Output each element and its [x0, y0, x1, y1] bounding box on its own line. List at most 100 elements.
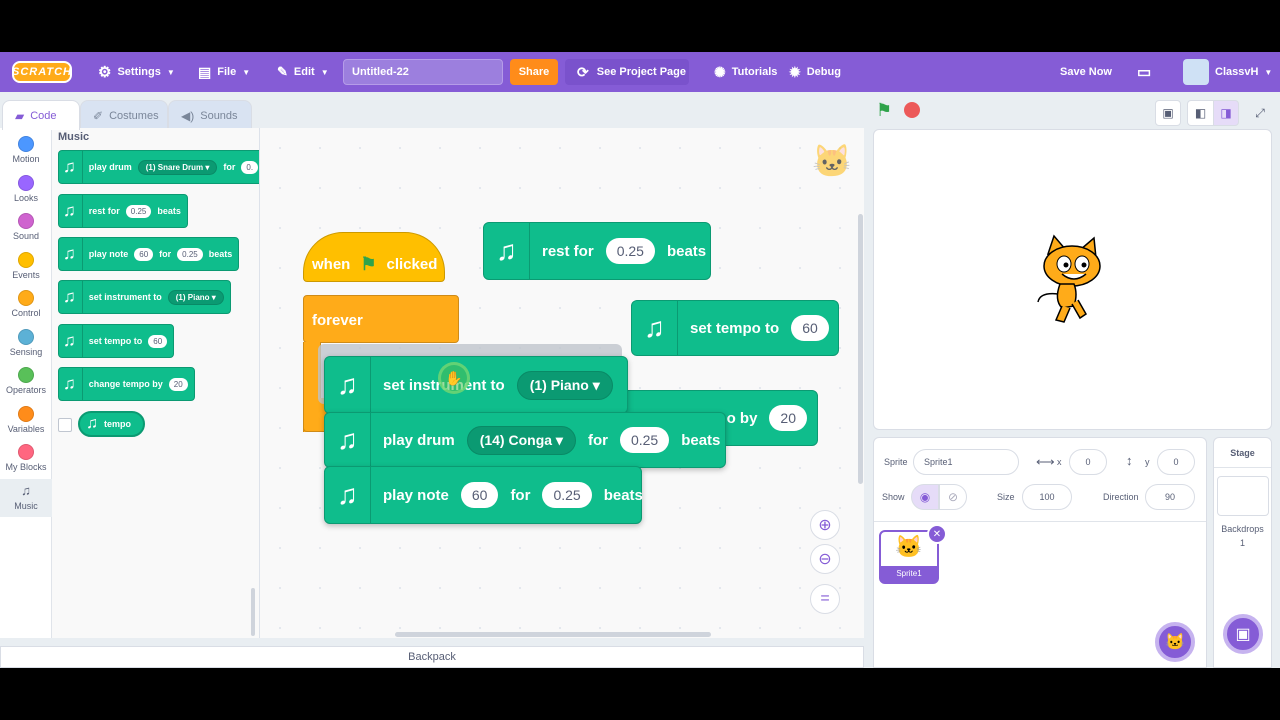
beats-input[interactable]: 0.	[241, 160, 259, 174]
my-stuff-button[interactable]: ▭	[1137, 52, 1151, 92]
set-tempo-block[interactable]: ♫ set tempo to 60	[631, 300, 839, 356]
category-operators[interactable]: Operators	[0, 363, 52, 401]
palette-change-tempo-block[interactable]: ♫ change tempo by 20	[58, 367, 195, 401]
forever-block[interactable]: forever	[303, 295, 459, 343]
y-position-input[interactable]: 0	[1157, 449, 1195, 475]
category-events[interactable]: Events	[0, 248, 52, 286]
category-music[interactable]: ♫ Music	[0, 478, 52, 517]
choose-sprite-button[interactable]: 🐱	[1155, 622, 1195, 662]
block-label: beats	[208, 249, 233, 259]
category-motion[interactable]: Motion	[0, 132, 52, 170]
palette-scrollbar[interactable]	[251, 588, 255, 636]
drum-dropdown[interactable]: (14) Conga ▾	[466, 425, 576, 455]
tempo-change-input[interactable]: 20	[769, 405, 807, 431]
stage-canvas[interactable]	[873, 129, 1272, 430]
project-title-input[interactable]: Untitled-22	[343, 59, 503, 85]
instrument-dropdown[interactable]: (1) Piano ▾	[167, 289, 224, 305]
current-sprite-icon: 🐱	[812, 143, 852, 179]
edit-stage-button[interactable]: ▣	[1155, 100, 1181, 126]
beats-input[interactable]: 0.25	[605, 238, 655, 264]
palette-play-note-block[interactable]: ♫ play note 60 for 0.25 beats	[58, 237, 240, 271]
category-sensing[interactable]: Sensing	[0, 325, 52, 363]
palette-play-drum-block[interactable]: ♫ play drum (1) Snare Drum ▾ for 0.	[58, 150, 259, 184]
scratch-editor: SCRATCH ⚙ Settings ▼ ▤ File ▼ ✎ Edit ▼ U…	[0, 52, 1280, 668]
show-visible-button[interactable]: ◉	[911, 484, 939, 510]
tempo-input[interactable]: 60	[148, 334, 168, 348]
zoom-out-button[interactable]: ⊖	[810, 544, 840, 574]
backpack[interactable]: Backpack	[0, 646, 864, 668]
settings-menu[interactable]: ⚙ Settings ▼	[98, 52, 175, 92]
beats-input[interactable]: 0.25	[619, 427, 670, 453]
play-drum-block[interactable]: ♫ play drum (14) Conga ▾ for 0.25 beats	[324, 412, 726, 468]
save-now-button[interactable]: Save Now	[1060, 52, 1112, 92]
account-menu[interactable]: ClassvH ▼	[1183, 52, 1272, 92]
direction-input[interactable]: 90	[1145, 484, 1195, 510]
share-button[interactable]: Share	[510, 59, 558, 85]
trash-icon: ✕	[932, 528, 942, 540]
sprite-info-header: Sprite Sprite1 ⟷ x 0 ↕ y 0 Show ◉ ⊘ Size…	[874, 438, 1206, 522]
category-looks[interactable]: Looks	[0, 171, 52, 209]
category-control[interactable]: Control	[0, 286, 52, 324]
beats-input[interactable]: 0.25	[125, 204, 152, 218]
debug-button[interactable]: ✹ Debug	[789, 52, 841, 92]
rest-for-block[interactable]: ♫ rest for 0.25 beats	[483, 222, 711, 280]
category-dot-icon	[18, 251, 34, 268]
palette-rest-for-block[interactable]: ♫ rest for 0.25 beats	[58, 194, 188, 228]
script-area[interactable]: 🐱 when ⚑ clicked forever ♫ rest for 0.25…	[260, 128, 864, 638]
sprite-name-label: Sprite	[884, 457, 908, 467]
drum-dropdown[interactable]: (1) Snare Drum ▾	[137, 159, 218, 175]
category-variables[interactable]: Variables	[0, 402, 52, 440]
sprite-tile-name: Sprite1	[881, 566, 937, 582]
palette-set-instrument-block[interactable]: ♫ set instrument to (1) Piano ▾	[58, 280, 231, 314]
sprite-tile[interactable]: 🐱 Sprite1 ✕	[879, 524, 947, 584]
show-hidden-button[interactable]: ⊘	[939, 484, 967, 510]
music-note-icon: ♫	[63, 151, 83, 183]
tutorials-button[interactable]: ✺ Tutorials	[714, 52, 777, 92]
tab-sounds[interactable]: ◀) Sounds	[168, 100, 252, 130]
when-flag-clicked-block[interactable]: when ⚑ clicked	[303, 232, 445, 282]
edit-menu[interactable]: ✎ Edit ▼	[277, 52, 329, 92]
size-input[interactable]: 100	[1022, 484, 1072, 510]
see-project-page-button[interactable]: ⟳ See Project Page	[565, 59, 689, 85]
fullscreen-button[interactable]: ⤢	[1247, 100, 1273, 126]
category-my-blocks[interactable]: My Blocks	[0, 440, 52, 478]
large-stage-button[interactable]: ◨	[1213, 100, 1239, 126]
beats-input[interactable]: 0.25	[542, 482, 592, 508]
palette-set-tempo-block[interactable]: ♫ set tempo to 60	[58, 324, 175, 358]
set-instrument-block[interactable]: ♫ set instrument to (1) Piano ▾	[324, 356, 628, 414]
zoom-reset-button[interactable]: =	[810, 584, 840, 614]
tab-code-label: Code	[30, 109, 57, 122]
debug-label: Debug	[806, 66, 841, 78]
tempo-monitor-checkbox[interactable]	[58, 418, 72, 432]
music-note-icon: ♫	[325, 413, 371, 467]
small-stage-button[interactable]: ◧	[1187, 100, 1213, 126]
block-label: clicked	[386, 255, 438, 273]
sprite-name-input[interactable]: Sprite1	[913, 449, 1019, 475]
stop-button[interactable]	[904, 102, 920, 118]
choose-backdrop-button[interactable]: ▣	[1223, 614, 1263, 654]
green-flag-button[interactable]: ⚑	[876, 100, 892, 121]
tempo-change-input[interactable]: 20	[168, 377, 188, 391]
play-note-block[interactable]: ♫ play note 60 for 0.25 beats	[324, 466, 643, 524]
category-sound[interactable]: Sound	[0, 209, 52, 247]
zoom-in-button[interactable]: ⊕	[810, 510, 840, 540]
delete-sprite-button[interactable]: ✕	[927, 524, 947, 544]
note-input[interactable]: 60	[134, 247, 154, 261]
scratch-logo[interactable]: SCRATCH	[12, 61, 72, 83]
block-label: for	[587, 431, 608, 449]
tab-code[interactable]: ▰ Code	[2, 100, 80, 130]
x-position-input[interactable]: 0	[1069, 449, 1107, 475]
stage-selector-panel[interactable]: Stage Backdrops 1 ▣	[1213, 437, 1272, 668]
tab-costumes[interactable]: ✐ Costumes	[80, 100, 168, 130]
block-label: rest for	[542, 242, 594, 260]
instrument-dropdown[interactable]: (1) Piano ▾	[516, 370, 613, 400]
palette-tempo-reporter[interactable]: ♫ tempo	[78, 411, 145, 437]
file-menu[interactable]: ▤ File ▼	[198, 52, 250, 92]
category-dot-icon	[18, 136, 34, 152]
drum-value: (14) Conga	[479, 431, 553, 448]
note-input[interactable]: 60	[460, 482, 499, 508]
workspace-vertical-scrollbar[interactable]	[858, 214, 863, 484]
tempo-input[interactable]: 60	[791, 315, 829, 341]
workspace-horizontal-scrollbar[interactable]	[395, 632, 711, 637]
beats-input[interactable]: 0.25	[177, 247, 203, 261]
